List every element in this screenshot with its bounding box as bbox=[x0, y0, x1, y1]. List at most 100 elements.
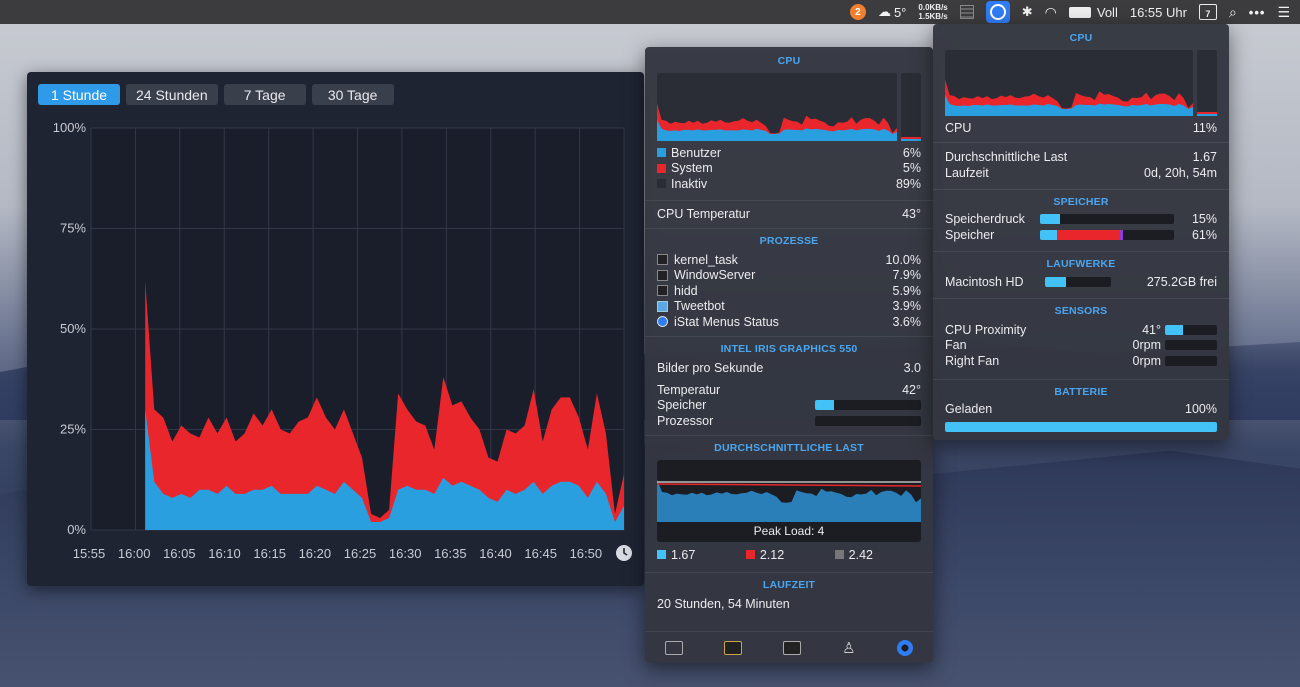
legend-row-system: System 5% bbox=[657, 161, 921, 177]
sensor-bar bbox=[1165, 355, 1217, 366]
memory-section-title: SPEICHER bbox=[1053, 195, 1109, 208]
user-swatch bbox=[657, 148, 666, 158]
istat-gauge-icon bbox=[989, 4, 1006, 20]
legend-label: System bbox=[671, 161, 713, 176]
clock-item[interactable]: 16:55 Uhr bbox=[1130, 0, 1187, 24]
bluetooth-item[interactable]: ✱ bbox=[1022, 0, 1033, 24]
fps-row: Bilder pro Sekunde 3.0 bbox=[657, 361, 921, 377]
x-tick-label: 16:45 bbox=[524, 546, 557, 561]
cpu-summary-chart bbox=[945, 50, 1217, 116]
menu-bar: 2 ☁ 5° 0.0KB/s 1.5KB/s ✱ ◠ Voll 16:55 Uhr… bbox=[0, 0, 1300, 24]
legend-row-user: Benutzer 6% bbox=[657, 145, 921, 161]
pressure-row: Speicherdruck 15% bbox=[945, 212, 1217, 228]
spotlight-item[interactable]: ⌕ bbox=[1229, 0, 1237, 24]
x-tick-label: 16:15 bbox=[253, 546, 286, 561]
load-1-value: 1.67 bbox=[671, 547, 696, 562]
legend-label: Benutzer bbox=[671, 145, 722, 160]
system-swatch bbox=[657, 163, 666, 173]
process-row[interactable]: WindowServer 7.9% bbox=[657, 268, 921, 284]
sensor-label: CPU Proximity bbox=[945, 322, 1027, 337]
load-1-swatch bbox=[657, 550, 666, 559]
legend-value: 5% bbox=[902, 161, 921, 176]
memory-icon bbox=[959, 5, 974, 19]
fps-label: Bilder pro Sekunde bbox=[657, 361, 764, 376]
cloud-icon: ☁ bbox=[877, 4, 891, 19]
x-tick-label: 16:50 bbox=[570, 546, 603, 561]
memory-item[interactable] bbox=[959, 0, 974, 24]
process-row[interactable]: hidd 5.9% bbox=[657, 283, 921, 299]
cpu-value: 11% bbox=[1192, 120, 1217, 135]
avg-load-label: Durchschnittliche Last bbox=[945, 150, 1068, 165]
x-tick-label: 16:30 bbox=[389, 546, 422, 561]
battery-state-label: Geladen bbox=[945, 402, 993, 417]
wifi-item[interactable]: ◠ bbox=[1045, 0, 1057, 24]
process-row[interactable]: iStat Menus Status 3.6% bbox=[657, 314, 921, 330]
disk-label: Macintosh HD bbox=[945, 275, 1024, 290]
cpu-summary-title: CPU bbox=[1069, 32, 1093, 44]
list-icon: ☰ bbox=[1277, 3, 1290, 20]
cpu-temp-label: CPU Temperatur bbox=[657, 207, 750, 222]
x-tick-label: 16:25 bbox=[344, 546, 377, 561]
legend-row-idle: Inaktiv 89% bbox=[657, 176, 921, 192]
load-chart bbox=[657, 478, 921, 522]
notification-center-item[interactable]: ☰ bbox=[1277, 0, 1290, 24]
notification-badge-item[interactable]: 2 bbox=[849, 0, 866, 24]
battery-item[interactable]: Voll bbox=[1068, 0, 1118, 24]
uptime-value: 20 Stunden, 54 Minuten bbox=[657, 596, 790, 611]
sensor-row: Fan 0rpm bbox=[945, 338, 1217, 354]
pressure-label: Speicherdruck bbox=[945, 212, 1025, 227]
memory-row: Speicher 61% bbox=[945, 227, 1217, 243]
process-row[interactable]: kernel_task 10.0% bbox=[657, 252, 921, 268]
sensor-value: 0rpm bbox=[1132, 338, 1161, 353]
gpu-proc-label: Prozessor bbox=[657, 413, 714, 428]
peak-load: Peak Load: 4 bbox=[753, 523, 825, 538]
battery-value: 100% bbox=[1185, 402, 1217, 417]
legend-value: 89% bbox=[895, 176, 921, 191]
cpu-temp-row: CPU Temperatur 43° bbox=[657, 207, 921, 223]
clock-icon[interactable] bbox=[616, 545, 632, 561]
tweetbot-icon bbox=[657, 300, 668, 312]
process-value: 5.9% bbox=[892, 283, 922, 298]
disk-row: Macintosh HD 275.2GB frei bbox=[945, 275, 1217, 291]
sensor-value: 0rpm bbox=[1132, 353, 1161, 368]
cpu-temp-value: 43° bbox=[902, 207, 921, 222]
battery-section-title: BATTERIE bbox=[1054, 385, 1108, 398]
process-row[interactable]: Tweetbot 3.9% bbox=[657, 299, 921, 315]
calendar-item[interactable]: 7 bbox=[1198, 0, 1217, 24]
cpu-history-chart: 100% 75% 50% 25% 0% 15:55 16:00 16:05 16:10 16:15… bbox=[53, 120, 632, 561]
istat-item[interactable] bbox=[985, 0, 1010, 24]
x-tick-label: 16:10 bbox=[208, 546, 241, 561]
process-value: 7.9% bbox=[892, 268, 922, 283]
sensor-bar bbox=[1165, 340, 1217, 351]
summary-panel: CPU CPU 11% Durchschnittliche Last 1.67 … bbox=[933, 24, 1229, 440]
disk-bar bbox=[1044, 277, 1111, 288]
gpu-mem-row: Speicher bbox=[657, 398, 921, 414]
y-tick-label: 50% bbox=[60, 321, 86, 336]
terminal-icon bbox=[657, 269, 668, 281]
x-tick-label: 15:55 bbox=[73, 546, 106, 561]
y-tick-label: 100% bbox=[53, 120, 87, 135]
terminal-icon[interactable] bbox=[783, 640, 802, 655]
console-icon[interactable] bbox=[724, 640, 743, 655]
system-info-icon[interactable]: ♙ bbox=[842, 639, 855, 657]
cpu-detail-panel: CPU Benutzer 6% System 5% Inaktiv 89% CP… bbox=[645, 47, 933, 663]
gpu-mem-bar bbox=[815, 400, 921, 411]
load-chart-box: Peak Load: 4 bbox=[657, 459, 921, 542]
load-15-swatch bbox=[834, 550, 844, 559]
gpu-section-title: INTEL IRIS GRAPHICS 550 bbox=[720, 342, 858, 355]
gpu-temp-label: Temperatur bbox=[657, 382, 721, 397]
network-item[interactable]: 0.0KB/s 1.5KB/s bbox=[918, 0, 947, 24]
weather-temp: 5° bbox=[893, 4, 907, 20]
istat-settings-icon[interactable] bbox=[896, 639, 913, 656]
cpu-label: CPU bbox=[945, 120, 972, 135]
load-5-line bbox=[657, 482, 921, 487]
processes-section-title: PROZESSE bbox=[759, 235, 819, 247]
weather-item[interactable]: ☁ 5° bbox=[878, 0, 906, 24]
process-name: Tweetbot bbox=[674, 299, 725, 314]
process-name: hidd bbox=[674, 283, 698, 298]
activity-monitor-icon[interactable] bbox=[665, 640, 684, 655]
clock: 16:55 Uhr bbox=[1129, 4, 1187, 20]
notification-badge: 2 bbox=[849, 4, 866, 20]
siri-item[interactable]: ••• bbox=[1249, 0, 1266, 24]
pressure-value: 15% bbox=[1191, 212, 1217, 227]
